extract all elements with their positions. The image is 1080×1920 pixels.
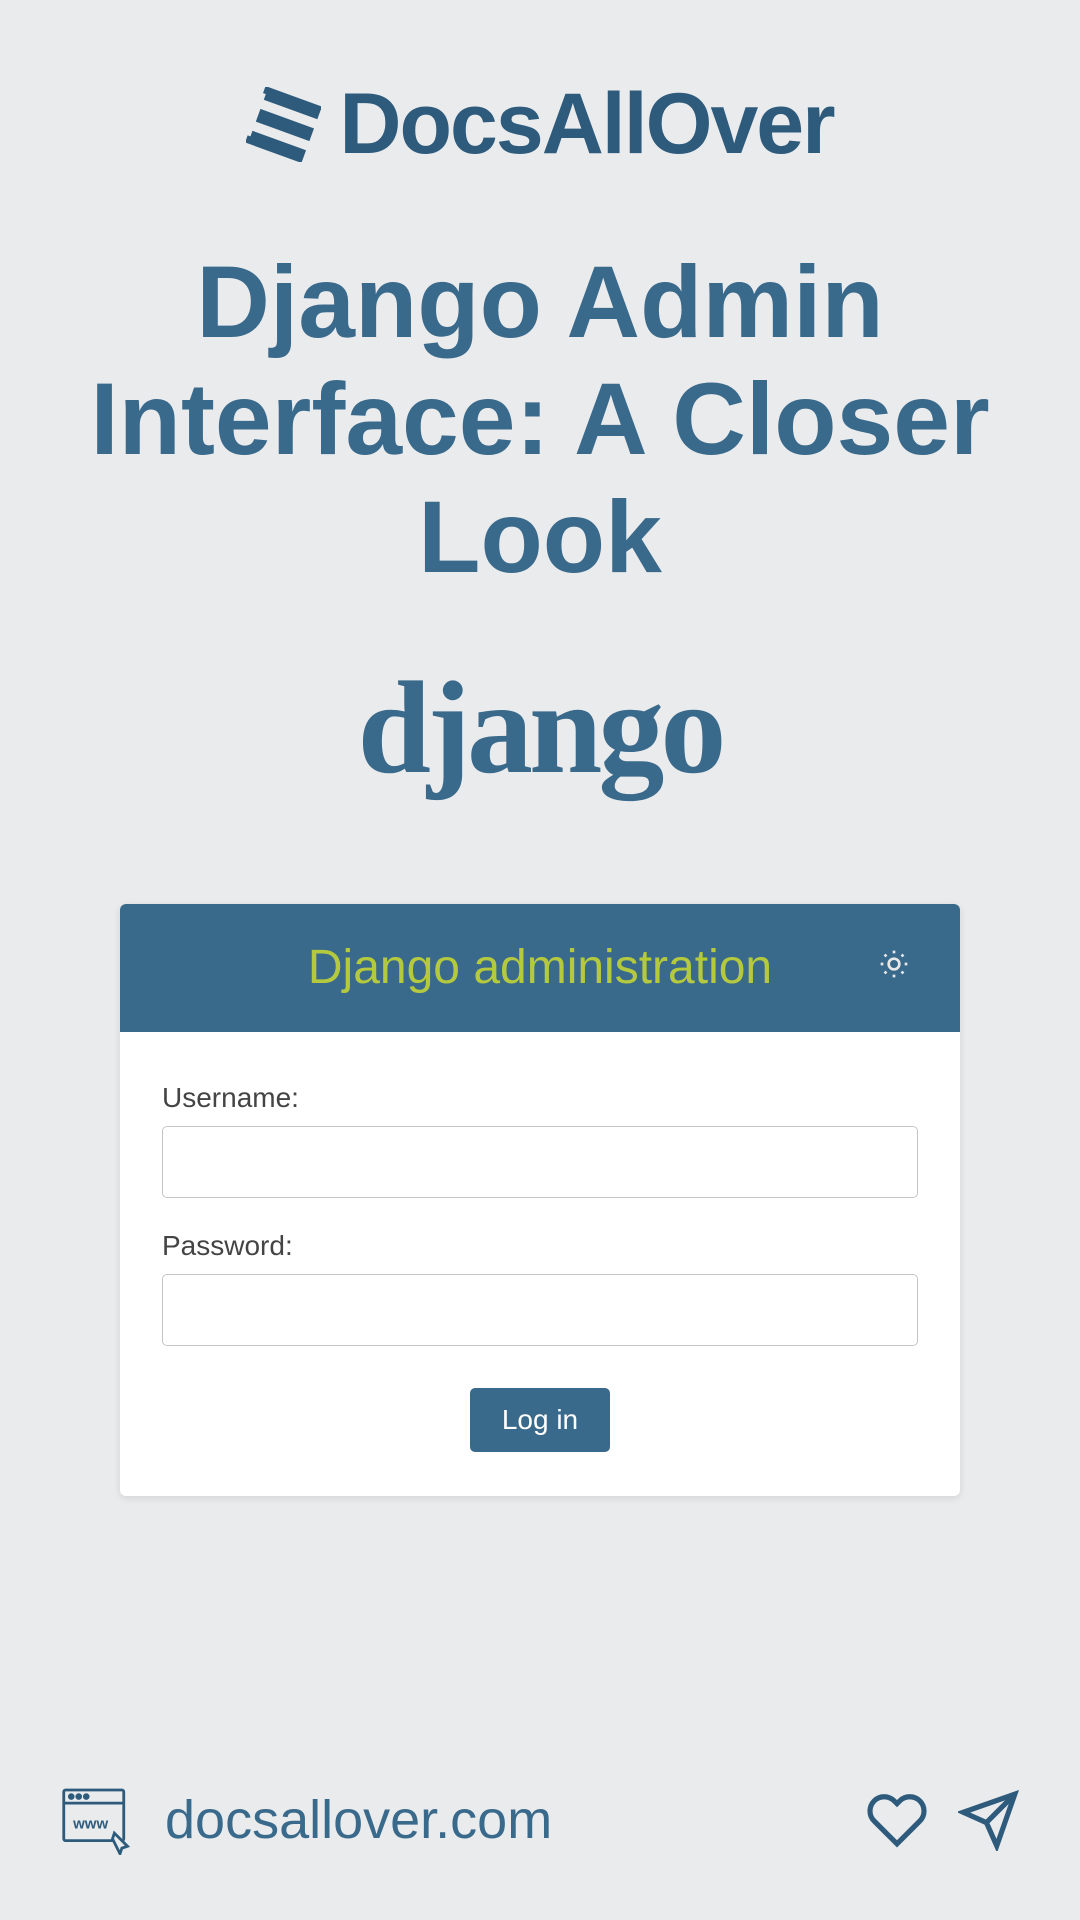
password-group: Password: [162, 1230, 918, 1346]
password-label: Password: [162, 1230, 918, 1262]
django-logo-text: django [358, 651, 723, 804]
login-button-wrapper: Log in [162, 1388, 918, 1452]
footer-right [866, 1789, 1020, 1851]
page-footer: www docsallover.com [0, 1785, 1080, 1855]
footer-url: docsallover.com [165, 1789, 552, 1851]
username-label: Username: [162, 1082, 918, 1114]
brand-text: DocsAllOver [339, 75, 833, 174]
username-group: Username: [162, 1082, 918, 1198]
password-input[interactable] [162, 1274, 918, 1346]
admin-panel-header: Django administration [120, 904, 960, 1032]
send-icon[interactable] [958, 1789, 1020, 1851]
django-logo: django [0, 651, 1080, 804]
brand-logo-icon [246, 87, 321, 162]
admin-login-panel: Django administration Username: Password… [120, 904, 960, 1496]
admin-header-title: Django administration [308, 940, 772, 995]
theme-toggle-icon[interactable] [878, 948, 910, 987]
website-icon: www [60, 1785, 135, 1855]
footer-left: www docsallover.com [60, 1785, 552, 1855]
username-input[interactable] [162, 1126, 918, 1198]
page-title: Django Admin Interface: A Closer Look [0, 244, 1080, 596]
admin-panel-body: Username: Password: Log in [120, 1032, 960, 1496]
heart-icon[interactable] [866, 1789, 928, 1851]
login-button[interactable]: Log in [470, 1388, 610, 1452]
svg-text:www: www [72, 1815, 108, 1832]
page-header: DocsAllOver [0, 0, 1080, 174]
